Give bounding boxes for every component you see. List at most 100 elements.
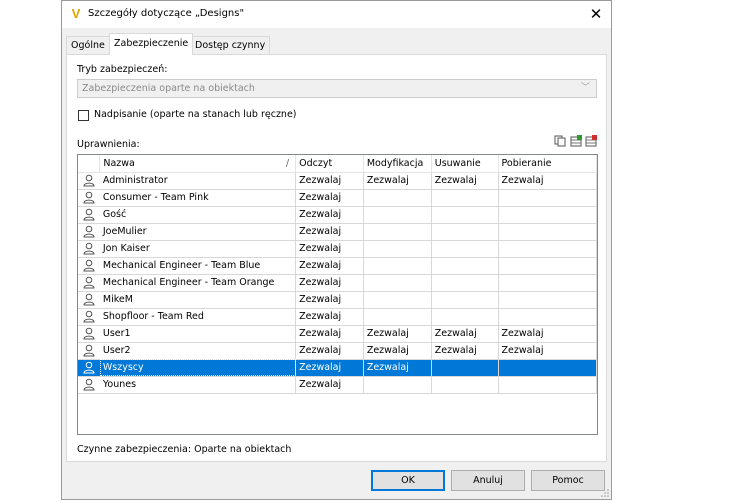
read-cell: Zezwalaj xyxy=(295,257,364,275)
delete-cell xyxy=(431,291,499,309)
security-mode-label: Tryb zabezpieczeń: xyxy=(77,64,168,75)
modify-cell: Zezwalaj xyxy=(363,342,432,360)
modify-cell: Zezwalaj xyxy=(363,359,432,377)
table-row[interactable]: Mechanical Engineer - Team Orange Zezwala… xyxy=(78,274,597,292)
modify-cell: Zezwalaj xyxy=(363,172,432,190)
copy-icon[interactable] xyxy=(554,135,566,147)
download-cell xyxy=(498,359,597,377)
remove-entry-icon[interactable] xyxy=(585,135,597,147)
download-cell xyxy=(498,223,597,241)
user-icon xyxy=(78,189,100,207)
download-cell xyxy=(498,376,597,394)
download-cell xyxy=(498,206,597,224)
name-cell: Wszyscy xyxy=(99,359,297,377)
add-entry-icon[interactable] xyxy=(570,135,582,147)
close-button[interactable]: ✕ xyxy=(581,1,611,28)
user-icon xyxy=(78,257,100,275)
download-cell: Zezwalaj xyxy=(498,172,597,190)
name-cell: Younes xyxy=(99,376,297,394)
name-cell: Jon Kaiser xyxy=(99,240,297,258)
name-cell: Gość xyxy=(99,206,297,224)
table-row[interactable]: Gość Zezwalaj xyxy=(78,206,597,224)
table-row[interactable]: Administrator Zezwalaj Zezwalaj Zezwalaj Zez… xyxy=(78,172,597,190)
name-cell: MikeM xyxy=(99,291,297,309)
name-cell: Administrator xyxy=(99,172,297,190)
read-cell: Zezwalaj xyxy=(295,223,364,241)
user-icon xyxy=(78,376,100,394)
table-row[interactable]: Consumer - Team Pink Zezwalaj xyxy=(78,189,597,207)
override-checkbox[interactable] xyxy=(78,110,89,121)
modify-cell xyxy=(363,274,432,292)
delete-cell xyxy=(431,206,499,224)
ok-button[interactable]: OK xyxy=(371,470,445,491)
table-row[interactable]: JoeMulier Zezwalaj xyxy=(78,223,597,241)
user-icon xyxy=(78,291,100,309)
header-icon-column xyxy=(78,155,101,173)
delete-cell xyxy=(431,274,499,292)
user-icon xyxy=(78,172,100,190)
cancel-button[interactable]: Anuluj xyxy=(451,470,525,491)
user-icon xyxy=(78,325,100,343)
user-icon xyxy=(78,274,100,292)
delete-cell: Zezwalaj xyxy=(431,325,499,343)
read-cell: Zezwalaj xyxy=(295,291,364,309)
tab-security[interactable]: Zabezpieczenie xyxy=(109,33,194,55)
delete-cell xyxy=(431,257,499,275)
download-cell xyxy=(498,308,597,326)
delete-cell xyxy=(431,240,499,258)
delete-cell: Zezwalaj xyxy=(431,342,499,360)
name-cell: Mechanical Engineer - Team Orange xyxy=(99,274,297,292)
download-cell: Zezwalaj xyxy=(498,325,597,343)
security-mode-select[interactable]: Zabezpieczenia oparte na obiektach ﹀ xyxy=(77,79,597,98)
header-modify[interactable]: Modyfikacja xyxy=(363,155,432,173)
close-icon: ✕ xyxy=(589,5,603,23)
download-cell: Zezwalaj xyxy=(498,342,597,360)
modify-cell xyxy=(363,189,432,207)
table-row[interactable]: Younes Zezwalaj xyxy=(78,376,597,394)
sort-indicator: / xyxy=(285,157,290,169)
user-icon xyxy=(78,342,100,360)
status-text: Czynne zabezpieczenia: Oparte na obiekta… xyxy=(77,444,292,455)
name-cell: Consumer - Team Pink xyxy=(99,189,297,207)
delete-cell: Zezwalaj xyxy=(431,172,499,190)
header-name[interactable]: Nazwa / xyxy=(99,155,297,173)
user-icon xyxy=(78,206,100,224)
name-cell: JoeMulier xyxy=(99,223,297,241)
read-cell: Zezwalaj xyxy=(295,172,364,190)
header-delete[interactable]: Usuwanie xyxy=(431,155,499,173)
override-label: Nadpisanie (oparte na stanach lub ręczne… xyxy=(94,109,297,120)
table-row[interactable]: User2 Zezwalaj Zezwalaj Zezwalaj Zezwalaj xyxy=(78,342,597,360)
grid-header-row: Nazwa / Odczyt Modyfikacja Usuwanie Pobie… xyxy=(78,155,597,173)
tab-general[interactable]: Ogólne xyxy=(66,36,110,54)
permissions-grid[interactable]: Nazwa / Odczyt Modyfikacja Usuwanie Pobie… xyxy=(77,154,598,435)
delete-cell xyxy=(431,376,499,394)
permissions-label: Uprawnienia: xyxy=(77,139,140,150)
name-cell: User1 xyxy=(99,325,297,343)
table-row[interactable]: Mechanical Engineer - Team Blue Zezwalaj xyxy=(78,257,597,275)
table-row[interactable]: Jon Kaiser Zezwalaj xyxy=(78,240,597,258)
window-title: Szczegóły dotyczące „Designs" xyxy=(88,8,245,19)
table-row[interactable]: Shopfloor - Team Red Zezwalaj xyxy=(78,308,597,326)
header-download[interactable]: Pobieranie xyxy=(498,155,597,173)
header-read[interactable]: Odczyt xyxy=(295,155,364,173)
read-cell: Zezwalaj xyxy=(295,308,364,326)
table-row[interactable]: User1 Zezwalaj Zezwalaj Zezwalaj Zezwalaj xyxy=(78,325,597,343)
delete-cell xyxy=(431,359,499,377)
user-icon xyxy=(78,240,100,258)
read-cell: Zezwalaj xyxy=(295,359,364,377)
modify-cell xyxy=(363,206,432,224)
download-cell xyxy=(498,291,597,309)
tab-active-access[interactable]: Dostęp czynny xyxy=(190,36,271,54)
name-cell: Mechanical Engineer - Team Blue xyxy=(99,257,297,275)
modify-cell xyxy=(363,376,432,394)
table-row[interactable]: Wszyscy Zezwalaj Zezwalaj xyxy=(78,359,597,377)
modify-cell xyxy=(363,223,432,241)
read-cell: Zezwalaj xyxy=(295,376,364,394)
modify-cell xyxy=(363,257,432,275)
resize-grip-icon[interactable] xyxy=(601,489,609,497)
delete-cell xyxy=(431,223,499,241)
read-cell: Zezwalaj xyxy=(295,206,364,224)
help-button[interactable]: Pomoc xyxy=(531,470,605,491)
security-mode-value: Zabezpieczenia oparte na obiektach xyxy=(82,83,255,94)
table-row[interactable]: MikeM Zezwalaj xyxy=(78,291,597,309)
